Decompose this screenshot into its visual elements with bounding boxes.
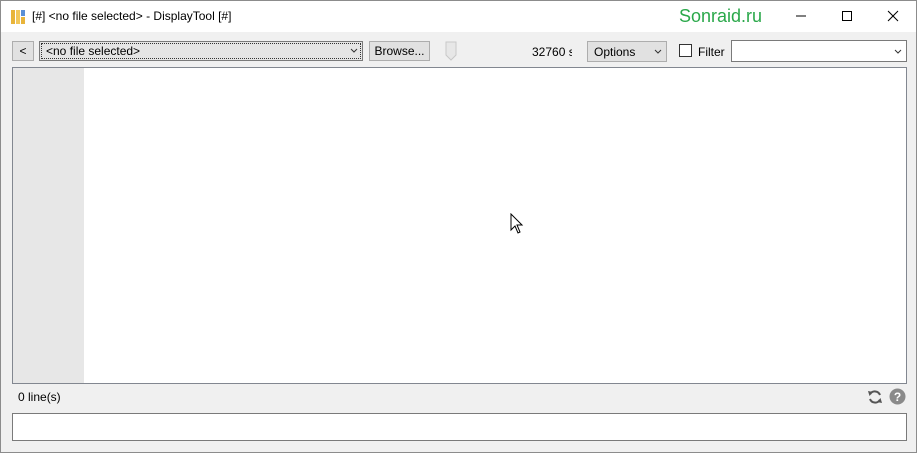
file-select-combo[interactable]: <no file selected> xyxy=(39,41,363,61)
chevron-down-icon xyxy=(350,48,358,53)
filter-label: Filter xyxy=(698,45,725,59)
maximize-button[interactable] xyxy=(824,1,870,31)
app-window: [#] <no file selected> - DisplayTool [#]… xyxy=(0,0,917,453)
back-button[interactable]: < xyxy=(12,41,34,61)
command-input[interactable] xyxy=(12,413,907,441)
refresh-icon[interactable] xyxy=(867,389,883,405)
line-number-gutter xyxy=(13,68,84,383)
filter-checkbox[interactable] xyxy=(679,44,692,57)
minimize-icon xyxy=(796,15,806,17)
maximize-icon xyxy=(842,11,852,21)
watermark-text: Sonraid.ru xyxy=(679,6,763,26)
file-select-value: <no file selected> xyxy=(46,44,141,58)
window-title: [#] <no file selected> - DisplayTool [#] xyxy=(32,9,232,23)
filter-combo[interactable] xyxy=(731,40,907,62)
slider-thumb[interactable] xyxy=(445,41,457,61)
title-bar: [#] <no file selected> - DisplayTool [#]… xyxy=(1,1,916,32)
chevron-down-icon xyxy=(894,49,902,54)
help-icon[interactable]: ? xyxy=(889,388,906,405)
log-view[interactable] xyxy=(12,67,907,384)
close-button[interactable] xyxy=(870,1,916,31)
chevron-down-icon xyxy=(654,49,662,54)
line-count-status: 0 line(s) xyxy=(18,390,61,404)
line-count-limit: 32760 s xyxy=(532,45,572,59)
svg-text:?: ? xyxy=(894,390,901,404)
app-grid-icon xyxy=(11,10,25,24)
close-icon xyxy=(887,10,899,22)
mouse-pointer-icon xyxy=(510,213,524,234)
browse-button[interactable]: Browse... xyxy=(369,41,430,61)
minimize-button[interactable] xyxy=(778,1,824,31)
options-dropdown[interactable]: Options xyxy=(587,41,667,62)
options-label: Options xyxy=(594,45,636,59)
